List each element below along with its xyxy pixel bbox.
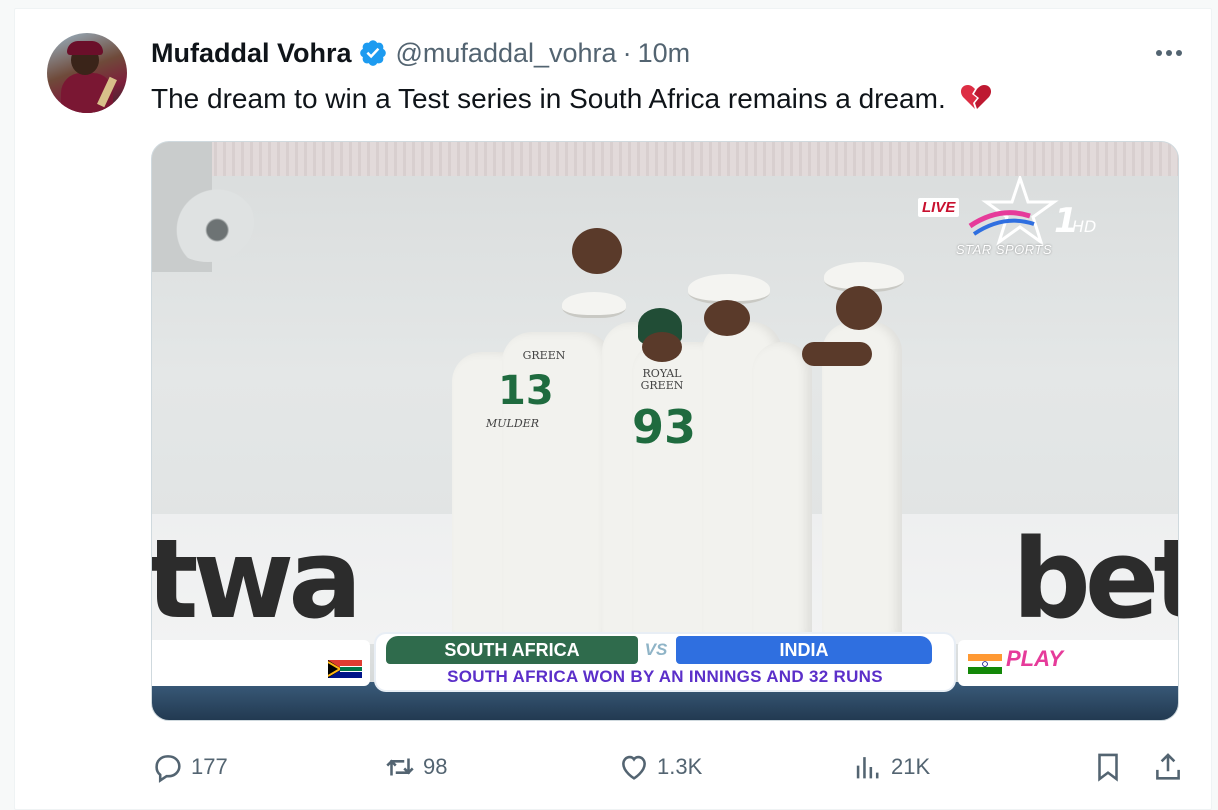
tweet-card[interactable]: Mufaddal Vohra @mufaddal_vohra · 10m The… [14,8,1212,810]
views-button[interactable]: 21K [851,747,930,787]
tweet-text-body: The dream to win a Test series in South … [151,83,946,114]
bookmark-icon [1098,753,1118,782]
more-options-icon[interactable] [1149,39,1189,67]
reply-count: 177 [191,754,228,779]
players-huddle: GREEN 13 MULDER ROYAL GREEN 93 [442,222,912,642]
jersey-player-name: MULDER [486,417,539,430]
tweet-actions: 177 98 1.3K 21K [151,747,1191,787]
share-icon [1156,753,1180,780]
south-africa-flag-icon [328,660,362,678]
repost-button[interactable]: 98 [383,747,447,787]
india-flag-icon [968,654,1002,674]
jersey-name-text: GREEN [522,349,566,362]
separator-dot: · [622,37,632,68]
versus-label: VS [644,640,668,659]
like-count: 1.3K [657,754,703,779]
share-button[interactable] [1151,747,1185,787]
ad-text-left: twa [151,515,362,643]
scoreboard: SOUTH AFRICA VS INDIA SOUTH AFRICA WON B… [152,634,1178,692]
verified-badge-icon[interactable] [358,38,388,68]
repost-count: 98 [423,754,448,779]
jersey-number: 93 [632,400,697,454]
heart-icon [622,755,646,780]
play-tag: PLAY [1006,646,1064,671]
reply-button[interactable]: 177 [151,747,228,787]
views-count: 21K [891,754,931,779]
reply-icon [155,755,181,783]
team-left-label: SOUTH AFRICA [386,636,638,664]
jersey-number: 13 [498,368,554,414]
analytics-icon [856,757,879,779]
broken-heart-icon [960,85,991,109]
bookmark-button[interactable] [1091,747,1125,787]
tweet-header: Mufaddal Vohra @mufaddal_vohra · 10m [151,35,690,71]
channel-hd: HD [1072,217,1096,236]
avatar[interactable] [47,33,127,113]
jersey-sponsor-text: ROYAL GREEN [640,367,684,392]
match-result-text: SOUTH AFRICA WON BY AN INNINGS AND 32 RU… [447,667,883,686]
repost-icon [386,758,414,776]
like-button[interactable]: 1.3K [617,747,702,787]
tweet-text: The dream to win a Test series in South … [151,81,992,117]
author-name[interactable]: Mufaddal Vohra [151,38,352,69]
author-handle[interactable]: @mufaddal_vohra [396,38,617,69]
broadcaster-name: STAR SPORTS [956,242,1053,257]
team-right-label: INDIA [676,636,932,664]
tweet-media-image[interactable]: twa bet GREEN 13 MULDER ROYAL GREEN 93 [151,141,1179,721]
ad-text-right: bet [1012,515,1178,643]
timestamp[interactable]: 10m [638,38,691,69]
